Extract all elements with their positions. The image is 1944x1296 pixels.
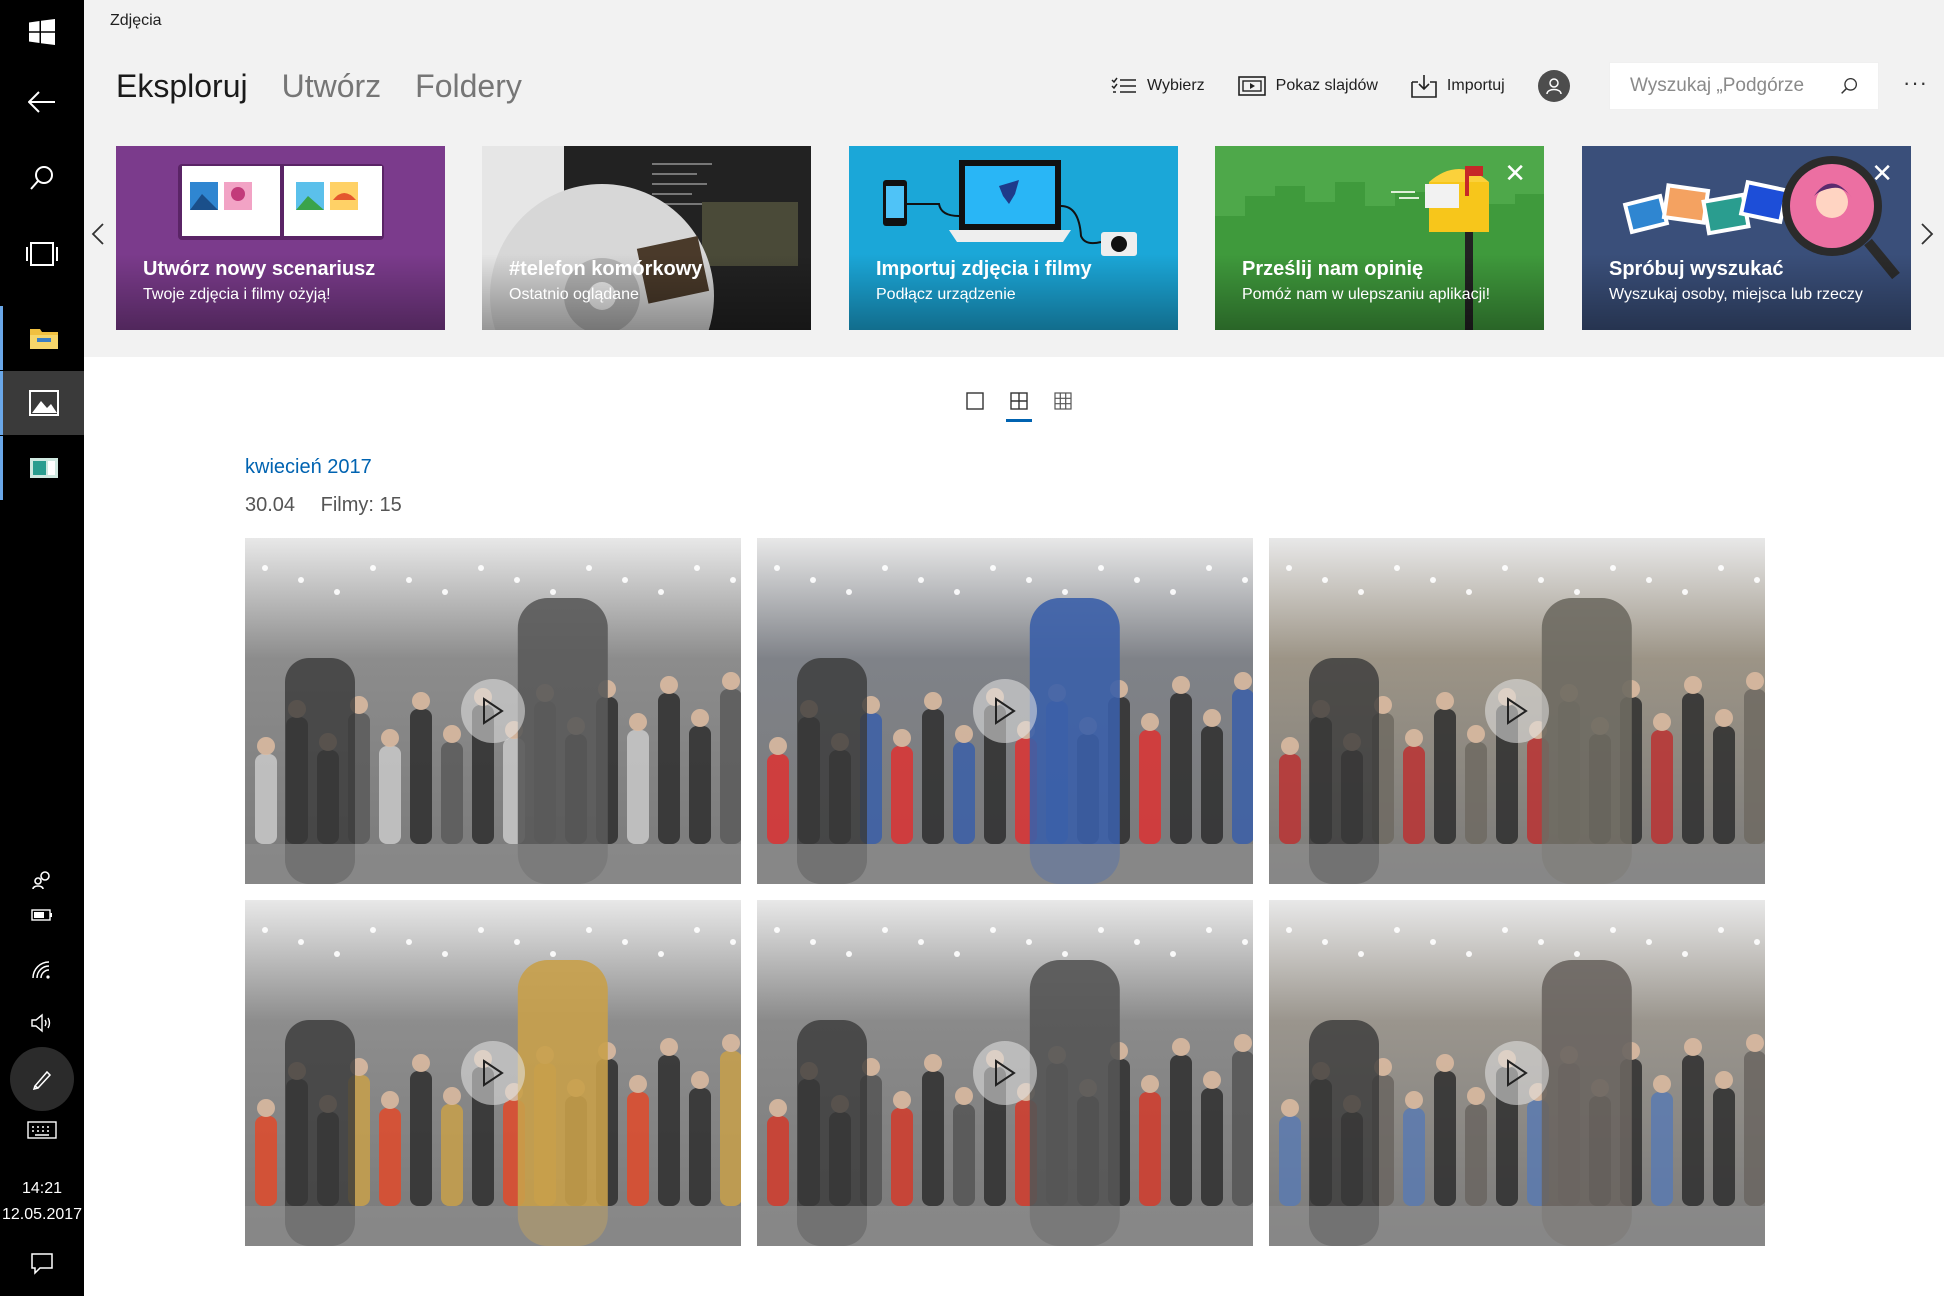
video-thumbnail[interactable] (757, 538, 1253, 884)
import-label: Importuj (1446, 77, 1505, 94)
pen-icon[interactable] (10, 1047, 74, 1111)
card-subtitle: Wyszukaj osoby, miejsca lub rzeczy (1609, 286, 1863, 303)
slideshow-label: Pokaz slajdów (1275, 77, 1378, 94)
keyboard-icon[interactable] (0, 1110, 84, 1150)
date-group-header: 30.04 Filmy: 15 (245, 494, 422, 517)
large-tiles-icon[interactable] (962, 392, 988, 422)
taskbar: 14:21 12.05.2017 (0, 0, 84, 1296)
wifi-icon[interactable] (0, 950, 84, 990)
battery-icon[interactable] (0, 895, 84, 935)
card-subtitle: Twoje zdjęcia i filmy ożyją! (143, 286, 331, 303)
card-feedback[interactable]: ✕ Prześlij nam opinię Pomóż nam w ulepsz… (1215, 146, 1544, 330)
group-date: 30.04 (245, 494, 296, 516)
play-icon[interactable] (973, 679, 1037, 743)
tab-eksploruj[interactable]: Eksploruj (116, 68, 248, 105)
video-thumbnail[interactable] (1269, 538, 1765, 884)
photos-app: Zdjęcia Eksploruj Utwórz Foldery Wybierz… (84, 0, 1944, 1296)
media-app-icon[interactable] (0, 436, 84, 500)
video-thumbnail[interactable] (245, 900, 741, 1246)
play-icon[interactable] (1485, 1041, 1549, 1105)
video-thumbnail[interactable] (245, 538, 741, 884)
select-button[interactable]: Wybierz (1111, 76, 1205, 96)
card-try-search[interactable]: ✕ Spróbuj wyszukać Wyszukaj osoby, miejs… (1582, 146, 1911, 330)
import-icon (1411, 75, 1437, 98)
card-title: #telefon komórkowy (509, 258, 703, 280)
carousel-next-icon[interactable] (1920, 220, 1934, 254)
command-bar: Wybierz Pokaz slajdów Importuj (1111, 68, 1586, 104)
card-title: Importuj zdjęcia i filmy (876, 258, 1092, 280)
search-box[interactable] (1609, 62, 1879, 110)
video-thumbnail[interactable] (1269, 900, 1765, 1246)
play-icon[interactable] (461, 1041, 525, 1105)
search-input[interactable] (1630, 75, 1840, 97)
tab-foldery[interactable]: Foldery (415, 68, 522, 105)
card-title: Spróbuj wyszukać (1609, 258, 1784, 280)
clock-time: 14:21 (21, 1180, 63, 1197)
clock-date: 12.05.2017 (1, 1206, 83, 1223)
select-label: Wybierz (1147, 77, 1205, 94)
card-import-media[interactable]: Importuj zdjęcia i filmy Podłącz urządze… (849, 146, 1178, 330)
carousel-prev-icon[interactable] (91, 220, 105, 254)
close-icon[interactable]: ✕ (1871, 158, 1893, 189)
group-count: Filmy: 15 (320, 494, 402, 516)
card-subtitle: Pomóż nam w ulepszaniu aplikacji! (1242, 286, 1491, 303)
month-header[interactable]: kwiecień 2017 (245, 456, 372, 479)
play-icon[interactable] (973, 1041, 1037, 1105)
close-icon[interactable]: ✕ (1504, 158, 1526, 189)
import-button[interactable]: Importuj (1411, 74, 1505, 98)
search-magnifier-icon[interactable] (1840, 75, 1858, 97)
play-icon[interactable] (1485, 679, 1549, 743)
play-icon[interactable] (461, 679, 525, 743)
volume-icon[interactable] (0, 1003, 84, 1043)
video-thumbnail[interactable] (757, 900, 1253, 1246)
photos-app-icon[interactable] (0, 371, 84, 435)
card-subtitle: Podłącz urządzenie (876, 286, 1016, 303)
file-explorer-icon[interactable] (0, 306, 84, 370)
card-title: Prześlij nam opinię (1242, 258, 1424, 280)
people-icon[interactable] (0, 860, 84, 900)
card-phone-tag[interactable]: #telefon komórkowy Ostatnio oglądane (482, 146, 811, 330)
medium-tiles-icon[interactable] (1006, 392, 1032, 422)
clock[interactable]: 14:21 12.05.2017 (0, 1176, 84, 1228)
back-icon[interactable] (0, 70, 84, 134)
more-options-button[interactable]: ··· (1903, 70, 1928, 96)
slideshow-icon (1237, 76, 1266, 96)
small-tiles-icon[interactable] (1050, 392, 1076, 422)
card-subtitle: Ostatnio oglądane (509, 286, 639, 303)
windows-start-icon[interactable] (0, 0, 84, 64)
search-icon[interactable] (0, 146, 84, 210)
window-title: Zdjęcia (110, 12, 162, 29)
user-icon (1545, 78, 1562, 95)
task-view-icon[interactable] (0, 222, 84, 286)
action-center-icon[interactable] (0, 1244, 84, 1284)
account-avatar[interactable] (1537, 70, 1570, 102)
tab-utworz[interactable]: Utwórz (282, 68, 382, 105)
card-title: Utwórz nowy scenariusz (143, 258, 376, 280)
header-band: Zdjęcia Eksploruj Utwórz Foldery Wybierz… (84, 0, 1944, 357)
view-size-toggles (962, 392, 1076, 422)
select-list-icon (1111, 77, 1136, 93)
slideshow-button[interactable]: Pokaz slajdów (1237, 75, 1378, 97)
card-create-story[interactable]: Utwórz nowy scenariusz Twoje zdjęcia i f… (116, 146, 445, 330)
tabs: Eksploruj Utwórz Foldery (116, 68, 522, 105)
